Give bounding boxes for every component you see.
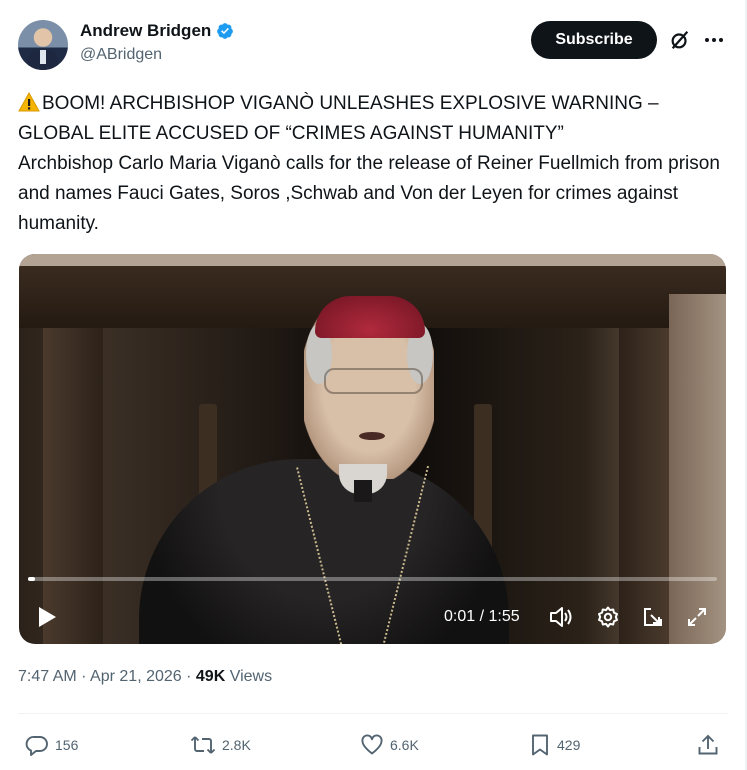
tweet-time[interactable]: 7:47 AM — [18, 668, 77, 685]
reply-button[interactable]: 156 — [25, 732, 78, 758]
tweet-body: Archbishop Carlo Maria Viganò calls for … — [18, 153, 720, 234]
author-info: Andrew Bridgen @ABridgen — [80, 21, 234, 64]
tweet-text: BOOM! ARCHBISHOP VIGANÒ UNLEASHES EXPLOS… — [18, 89, 730, 239]
meta-separator: · — [181, 668, 196, 685]
video-subject-zucchetto — [315, 296, 425, 338]
tweet-headline-text: BOOM! ARCHBISHOP VIGANÒ UNLEASHES EXPLOS… — [18, 93, 659, 144]
views-count: 49K — [195, 668, 226, 685]
video-ceiling — [19, 254, 726, 266]
bookmark-icon — [532, 734, 548, 756]
video-time: 0:01 / 1:55 — [444, 608, 520, 625]
video-progress-bar[interactable] — [28, 577, 717, 581]
share-button[interactable] — [696, 732, 720, 758]
fullscreen-icon[interactable] — [685, 605, 709, 629]
author-handle[interactable]: @ABridgen — [80, 46, 234, 64]
views-label: Views — [225, 668, 273, 685]
share-icon — [698, 734, 718, 755]
like-count: 6.6K — [390, 737, 419, 753]
repost-button[interactable]: 2.8K — [190, 732, 251, 758]
tweet-meta: 7:47 AM · Apr 21, 2026 · 49K Views — [18, 668, 272, 686]
more-icon[interactable] — [702, 28, 726, 52]
grok-icon[interactable] — [669, 29, 691, 51]
gear-icon[interactable] — [596, 605, 620, 629]
video-subject-mouth — [359, 432, 385, 440]
volume-icon[interactable] — [548, 605, 574, 629]
warning-sign-icon — [18, 91, 40, 112]
play-icon[interactable] — [37, 605, 59, 629]
meta-separator: · — [76, 668, 91, 685]
reply-icon — [25, 736, 48, 756]
verified-badge-icon — [216, 22, 234, 40]
tweet-date[interactable]: Apr 21, 2026 — [90, 668, 182, 685]
heart-icon — [361, 734, 383, 755]
tweet-headline: BOOM! ARCHBISHOP VIGANÒ UNLEASHES EXPLOS… — [18, 89, 730, 149]
video-chair-post-right — [619, 328, 669, 644]
avatar-shirt — [40, 50, 46, 64]
bookmark-button[interactable]: 429 — [529, 732, 580, 758]
repost-icon — [190, 736, 216, 754]
divider — [18, 713, 728, 714]
video-subject-glasses — [324, 368, 423, 394]
reply-count: 156 — [55, 737, 79, 753]
like-button[interactable]: 6.6K — [360, 732, 419, 758]
avatar[interactable] — [18, 20, 68, 70]
tweet-header: Andrew Bridgen @ABridgen Subscribe — [18, 18, 728, 72]
video-wall — [669, 294, 726, 644]
name-row: Andrew Bridgen — [80, 21, 234, 41]
bookmark-count: 429 — [557, 737, 581, 753]
subscribe-button[interactable]: Subscribe — [531, 21, 657, 59]
author-name[interactable]: Andrew Bridgen — [80, 21, 211, 41]
video-player[interactable]: 0:01 / 1:55 — [19, 254, 726, 644]
video-progress-fill — [28, 577, 35, 581]
video-subject-collar-tab — [354, 480, 372, 502]
video-chair-post-left — [43, 328, 103, 644]
picture-in-picture-icon[interactable] — [641, 605, 665, 629]
repost-count: 2.8K — [222, 737, 251, 753]
